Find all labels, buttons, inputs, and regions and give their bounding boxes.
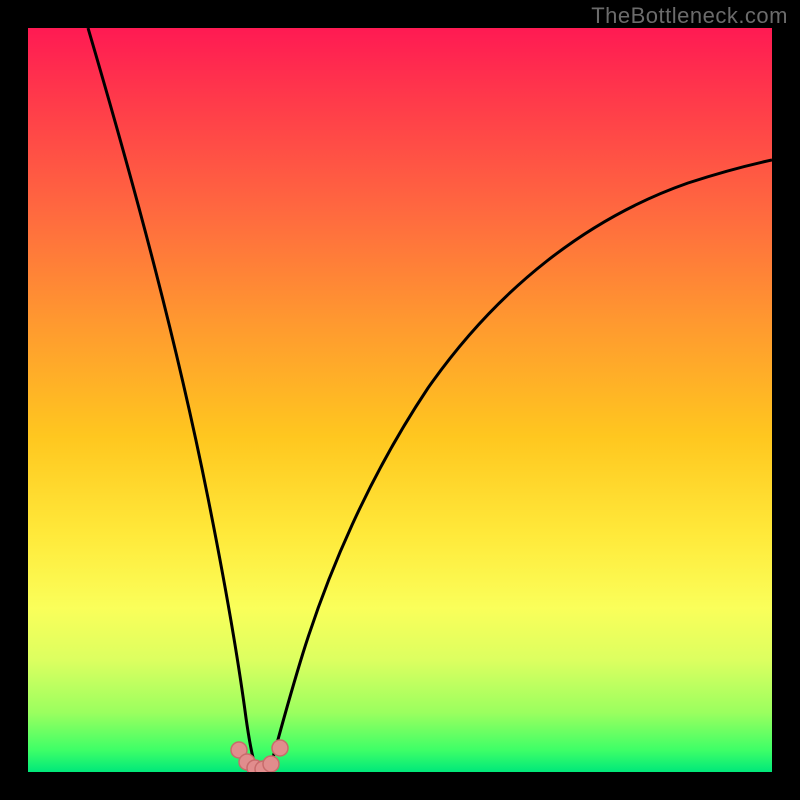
marker-dot [272, 740, 288, 756]
chart-frame: TheBottleneck.com [0, 0, 800, 800]
curve-left-branch [88, 28, 256, 768]
curve-right-branch [270, 160, 772, 768]
marker-dot [263, 756, 279, 772]
plot-area [28, 28, 772, 772]
watermark-text: TheBottleneck.com [591, 3, 788, 29]
valley-markers [231, 740, 288, 772]
bottleneck-curve [28, 28, 772, 772]
